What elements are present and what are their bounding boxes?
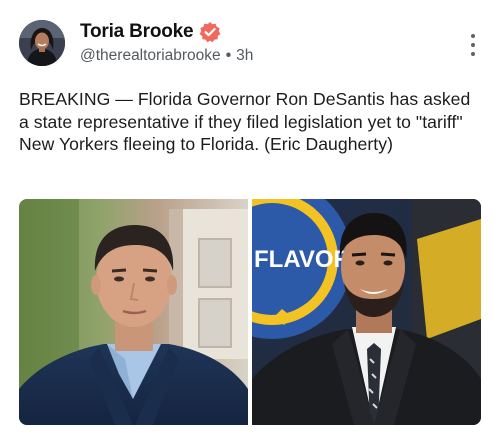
author-avatar[interactable]	[19, 20, 65, 66]
verified-badge-icon	[199, 21, 221, 43]
menu-dot-icon	[471, 52, 475, 56]
post-timestamp[interactable]: 3h	[236, 47, 253, 65]
avatar-photo-icon	[19, 20, 65, 66]
menu-dot-icon	[471, 43, 475, 47]
post-card: Toria Brooke @therealtoriabrooke • 3h BR…	[0, 0, 500, 441]
photo-right[interactable]: FLAVOR	[252, 199, 481, 425]
author-name-row: Toria Brooke	[80, 20, 221, 44]
portrait-photo-icon	[19, 199, 248, 425]
post-meta: @therealtoriabrooke • 3h	[80, 47, 253, 65]
post-media-gallery: FLAVOR	[19, 199, 481, 425]
post-body-text: BREAKING — Florida Governor Ron DeSantis…	[19, 89, 471, 154]
meta-separator: •	[225, 47, 232, 64]
sign-text: FLAVOR	[254, 246, 351, 273]
author-display-name[interactable]: Toria Brooke	[80, 21, 194, 43]
more-options-button[interactable]	[468, 34, 478, 56]
portrait-photo-icon: FLAVOR	[252, 199, 481, 425]
photo-left[interactable]	[19, 199, 248, 425]
author-handle[interactable]: @therealtoriabrooke	[80, 47, 221, 65]
menu-dot-icon	[471, 34, 475, 38]
